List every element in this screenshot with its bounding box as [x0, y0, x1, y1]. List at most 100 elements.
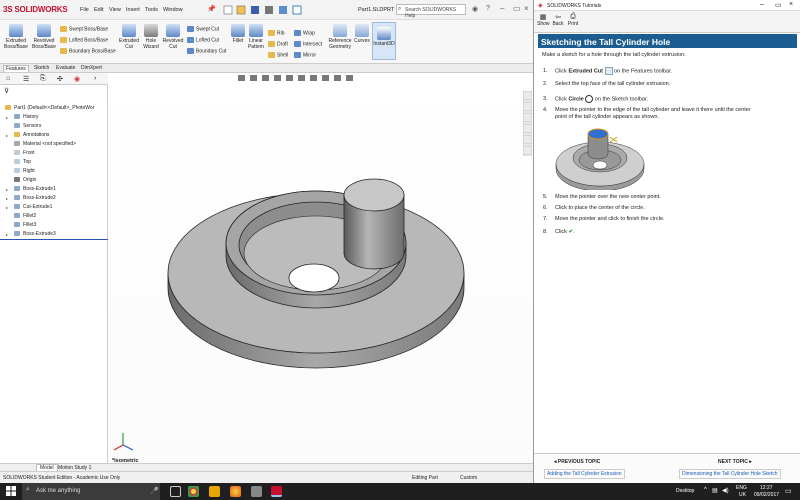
firefox-icon[interactable] — [230, 486, 241, 497]
mirror-button[interactable]: Mirror — [294, 52, 316, 58]
print-button[interactable]: ⎙ Print — [567, 13, 579, 27]
menu-view[interactable]: View — [109, 7, 121, 13]
show-button[interactable]: ▦ Show — [537, 13, 550, 27]
tab-sketch[interactable]: Sketch — [32, 65, 51, 71]
extruded-cut-icon[interactable] — [604, 67, 613, 75]
windows-start-icon[interactable] — [6, 486, 16, 496]
tree-item[interactable]: Boss-Extrude3 — [14, 231, 56, 237]
expand-icon[interactable]: ▸ — [6, 196, 8, 201]
tree-item[interactable]: Origin — [14, 177, 36, 183]
property-manager-icon[interactable]: ☰ — [23, 75, 29, 83]
language-label[interactable]: ENG — [736, 485, 747, 491]
tab-dimxpert[interactable]: DimXpert — [79, 65, 104, 71]
menu-window[interactable]: Window — [163, 7, 183, 13]
curves-button[interactable]: Curves — [353, 24, 371, 45]
lofted-cut-button[interactable]: Lofted Cut — [187, 37, 219, 43]
tree-item[interactable]: Sensors — [14, 123, 41, 129]
tab-evaluate[interactable]: Evaluate — [54, 65, 77, 71]
boundary-boss-button[interactable]: Boundary Boss/Base — [60, 48, 116, 54]
chrome-icon[interactable] — [188, 486, 199, 497]
part-model[interactable] — [108, 73, 533, 468]
taskbar-search-box[interactable]: ⌕ Ask me anything — [22, 483, 160, 500]
tree-item[interactable]: Annotations — [14, 132, 49, 138]
search-help-input[interactable]: ⌕ Search SOLIDWORKS Help — [396, 4, 466, 19]
revolved-boss-button[interactable]: Revolved Boss/Base — [30, 24, 58, 50]
task-view-icon[interactable] — [170, 486, 181, 497]
app-icon[interactable] — [251, 486, 262, 497]
expand-icon[interactable]: ▸ — [6, 133, 8, 138]
close-icon[interactable]: × — [789, 1, 793, 8]
help-icon[interactable]: ? — [486, 5, 490, 12]
clock-time[interactable]: 12:27 — [760, 485, 773, 491]
instant3d-button[interactable]: Instant3D — [372, 22, 396, 60]
revolved-cut-button[interactable]: Revolved Cut — [161, 24, 185, 50]
quick-access-toolbar[interactable] — [223, 5, 303, 15]
expand-icon[interactable]: ▸ — [6, 232, 8, 237]
fillet-button[interactable]: Fillet — [229, 24, 247, 45]
draft-button[interactable]: Draft — [268, 41, 288, 47]
rib-button[interactable]: Rib — [268, 30, 285, 36]
intersect-button[interactable]: Intersect — [294, 41, 322, 47]
display-manager-icon[interactable]: ◉ — [74, 75, 80, 83]
network-icon[interactable]: ▤ — [712, 487, 718, 494]
previous-topic-link[interactable]: Adding the Tall Cylinder Extrusion — [544, 469, 625, 479]
expand-icon[interactable]: ▸ — [6, 187, 8, 192]
tree-item[interactable]: History — [14, 114, 39, 120]
expand-icon[interactable]: ▸ — [6, 115, 8, 120]
hole-icon — [144, 24, 158, 37]
swept-boss-button[interactable]: Swept Boss/Base — [60, 26, 108, 32]
expand-panel-icon[interactable]: › — [94, 75, 96, 82]
back-button[interactable]: ⇦ Back — [552, 13, 564, 27]
menu-file[interactable]: File — [80, 7, 89, 13]
step-text: on the Features toolbar. — [612, 68, 673, 75]
tree-item[interactable]: Material <not specified> — [14, 141, 76, 147]
minimize-icon[interactable]: – — [500, 4, 504, 13]
tree-item[interactable]: Right — [14, 168, 35, 174]
tree-item[interactable]: Fillet2 — [14, 213, 36, 219]
close-icon[interactable]: × — [524, 4, 529, 13]
solidworks-taskbar-icon[interactable] — [271, 486, 282, 497]
reference-geometry-button[interactable]: Reference Geometry — [326, 24, 354, 50]
desktop-toolbar-label[interactable]: Desktop — [676, 488, 694, 494]
swept-cut-button[interactable]: Swept Cut — [187, 26, 219, 32]
boundary-cut-button[interactable]: Boundary Cut — [187, 48, 227, 54]
menu-tools[interactable]: Tools — [145, 7, 158, 13]
next-topic-link[interactable]: Dimensioning the Tall Cylinder Hole Sket… — [679, 469, 781, 479]
dimxpert-manager-icon[interactable]: ✣ — [57, 75, 63, 83]
minimize-icon[interactable]: – — [760, 1, 764, 8]
tab-features[interactable]: Features — [3, 65, 29, 72]
task-pane-tabs[interactable] — [522, 90, 533, 161]
feature-manager-icon[interactable]: ⌂ — [6, 75, 10, 82]
menu-edit[interactable]: Edit — [94, 7, 103, 13]
microphone-icon[interactable]: 🎤 — [150, 487, 159, 495]
maximize-icon[interactable]: ▭ — [775, 1, 782, 9]
units-dropdown[interactable]: Custom — [460, 475, 477, 481]
file-explorer-icon[interactable] — [209, 486, 220, 497]
shell-button[interactable]: Shell — [268, 52, 288, 58]
notifications-icon[interactable]: ▭ — [785, 487, 792, 495]
menu-insert[interactable]: Insert — [126, 7, 140, 13]
tree-item[interactable]: Fillet3 — [14, 222, 36, 228]
extruded-boss-button[interactable]: Extruded Boss/Base — [2, 24, 30, 50]
tree-item[interactable]: Boss-Extrude1 — [14, 186, 56, 192]
tree-item[interactable]: Front — [14, 150, 35, 156]
pin-icon[interactable]: 📌 — [207, 5, 216, 13]
extruded-cut-button[interactable]: Extruded Cut — [117, 24, 141, 50]
tree-item[interactable]: Top — [14, 159, 31, 165]
user-icon[interactable]: ◉ — [472, 5, 478, 13]
linear-pattern-button[interactable]: Linear Pattern — [246, 24, 266, 50]
volume-icon[interactable]: ◀) — [722, 487, 729, 494]
tree-root[interactable]: Part1 (Default<<Default>_PhotoWor — [5, 105, 94, 111]
tree-item[interactable]: Boss-Extrude2 — [14, 195, 56, 201]
restore-icon[interactable]: ▭ — [513, 4, 521, 13]
tree-item[interactable]: Cut-Extrude1 — [14, 204, 52, 210]
configuration-manager-icon[interactable]: ⎘ — [40, 75, 46, 83]
wrap-button[interactable]: Wrap — [294, 30, 315, 36]
expand-icon[interactable]: ▸ — [6, 205, 8, 210]
graphics-area[interactable]: *Isometric — [108, 73, 533, 468]
lofted-boss-button[interactable]: Lofted Boss/Base — [60, 37, 108, 43]
tray-chevron-icon[interactable]: ^ — [704, 487, 707, 493]
filter-icon[interactable]: ⊽ — [4, 87, 9, 95]
rollback-bar[interactable] — [0, 239, 108, 240]
hole-wizard-button[interactable]: Hole Wizard — [140, 24, 162, 50]
